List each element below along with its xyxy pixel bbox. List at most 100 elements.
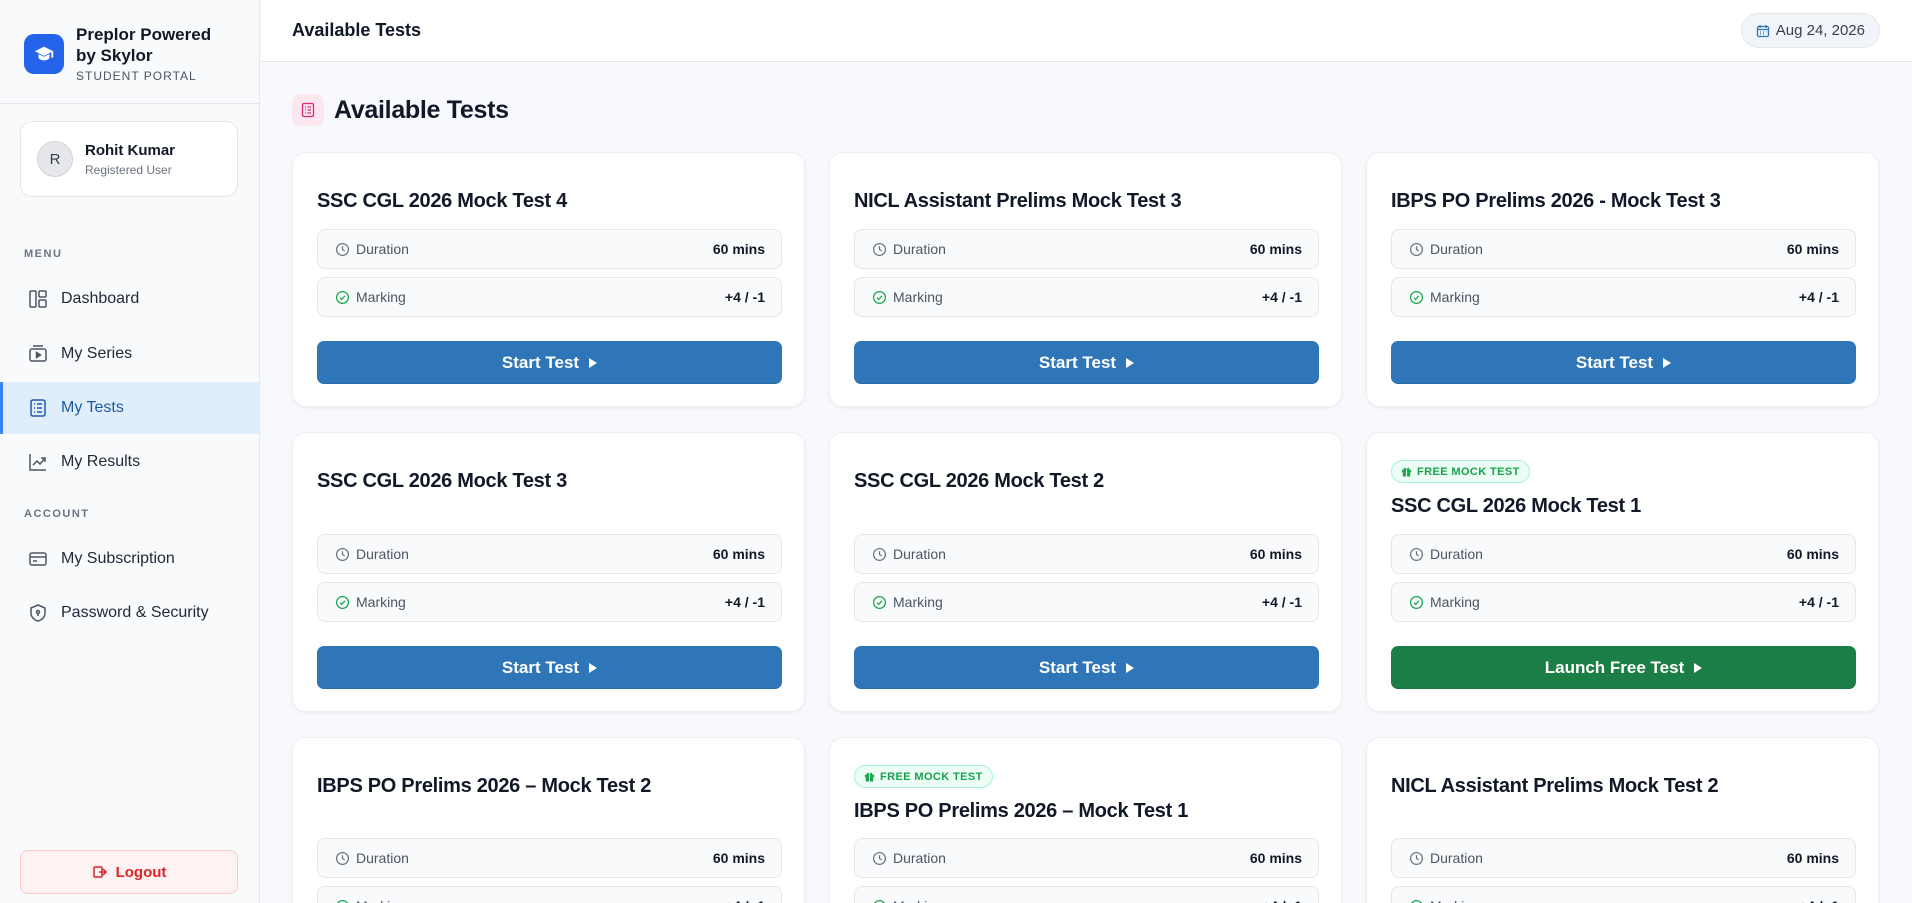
clock-icon	[334, 850, 350, 866]
marking-row: Marking +4 / -1	[854, 886, 1319, 903]
check-circle-icon	[871, 594, 887, 610]
header-title: Available Tests	[292, 20, 422, 40]
marking-label: Marking	[1430, 594, 1480, 610]
test-title: IBPS PO Prelims 2026 – Mock Test 1	[854, 800, 1189, 822]
date-chip: Aug 24, 2026	[1740, 13, 1880, 48]
card-icon	[27, 548, 49, 570]
duration-label: Duration	[1430, 241, 1483, 257]
start-test-button[interactable]: Start Test	[854, 341, 1319, 384]
duration-row: Duration 60 mins	[317, 534, 782, 574]
duration-value: 60 mins	[1249, 241, 1302, 257]
marking-row: Marking +4 / -1	[1391, 582, 1856, 622]
sidebar-item-my-tests[interactable]: My Tests	[0, 382, 259, 434]
duration-row: Duration 60 mins	[854, 838, 1319, 878]
test-card: NICL Assistant Prelims Mock Test 3 Durat…	[829, 152, 1342, 407]
current-date: Aug 24, 2026	[1775, 22, 1865, 39]
marking-row: Marking +4 / -1	[317, 582, 782, 622]
marking-label: Marking	[893, 594, 943, 610]
duration-value: 60 mins	[712, 546, 765, 562]
marking-value: +4 / -1	[724, 289, 765, 305]
user-name: Rohit Kumar	[85, 141, 175, 159]
start-test-button[interactable]: Start Test	[1391, 341, 1856, 384]
marking-label: Marking	[356, 898, 725, 903]
check-circle-icon	[1408, 594, 1424, 610]
launch-free-test-button[interactable]: Launch Free Test	[1391, 646, 1856, 689]
avatar: R	[37, 141, 73, 177]
test-title: SSC CGL 2026 Mock Test 1	[1391, 495, 1641, 517]
check-circle-icon	[871, 898, 887, 903]
gift-icon	[864, 771, 875, 782]
button-label: Start Test	[1038, 657, 1117, 677]
page-heading: Available Tests	[292, 94, 509, 126]
duration-value: 60 mins	[712, 850, 765, 866]
logout-label: Logout	[115, 863, 167, 881]
test-title: IBPS PO Prelims 2026 – Mock Test 2	[317, 775, 652, 797]
marking-row: Marking +4 / -1	[317, 277, 782, 317]
duration-label: Duration	[1430, 546, 1483, 562]
play-icon	[1663, 357, 1672, 368]
clock-icon	[1408, 241, 1424, 257]
start-test-button[interactable]: Start Test	[854, 646, 1319, 689]
marking-label: Marking	[356, 594, 406, 610]
button-label: Start Test	[1575, 352, 1654, 372]
duration-label: Duration	[356, 850, 409, 866]
test-title: SSC CGL 2026 Mock Test 4	[317, 190, 567, 212]
tests-icon	[27, 397, 49, 419]
sidebar-item-dashboard[interactable]: Dashboard	[0, 273, 259, 325]
free-badge-label: FREE MOCK TEST	[880, 770, 983, 783]
test-title: NICL Assistant Prelims Mock Test 3	[854, 190, 1182, 212]
free-mock-badge: FREE MOCK TEST	[1391, 460, 1530, 483]
user-card: R Rohit Kumar Registered User	[20, 121, 238, 197]
marking-label: Marking	[893, 289, 943, 305]
duration-row: Duration 60 mins	[1391, 229, 1856, 269]
marking-value: +4 / -1	[1798, 594, 1839, 610]
duration-row: Duration 60 mins	[317, 838, 782, 878]
check-circle-icon	[334, 594, 350, 610]
marking-row: Marking +4 / -1	[1391, 277, 1856, 317]
logout-icon	[92, 864, 108, 880]
marking-row: Marking +4 / -1	[1391, 886, 1856, 903]
graduation-cap-icon	[24, 34, 64, 74]
marking-label: Marking	[1430, 898, 1799, 903]
duration-label: Duration	[893, 241, 946, 257]
sidebar-item-label: Password & Security	[61, 604, 209, 621]
test-title: NICL Assistant Prelims Mock Test 2	[1391, 775, 1719, 797]
sidebar-item-my-results[interactable]: My Results	[0, 436, 259, 488]
check-circle-icon	[334, 898, 350, 903]
sidebar-item-my-series[interactable]: My Series	[0, 328, 259, 380]
duration-row: Duration 60 mins	[854, 229, 1319, 269]
test-card: SSC CGL 2026 Mock Test 4 Duration 60 min…	[292, 152, 805, 407]
test-title: IBPS PO Prelims 2026 - Mock Test 3	[1391, 190, 1721, 212]
sidebar-item-password-security[interactable]: Password & Security	[0, 587, 259, 639]
duration-label: Duration	[1430, 850, 1483, 866]
duration-row: Duration 60 mins	[1391, 534, 1856, 574]
free-mock-badge: FREE MOCK TEST	[854, 765, 993, 788]
duration-row: Duration 60 mins	[854, 534, 1319, 574]
sidebar-item-my-subscription[interactable]: My Subscription	[0, 533, 259, 585]
duration-value: 60 mins	[1249, 546, 1302, 562]
top-header: Available Tests Aug 24, 2026	[261, 0, 1912, 62]
shield-icon	[27, 602, 49, 624]
clock-icon	[334, 546, 350, 562]
marking-value: +4 / -1	[1798, 289, 1839, 305]
document-list-icon	[292, 94, 324, 126]
sidebar-item-label: Dashboard	[61, 290, 140, 307]
play-icon	[589, 357, 598, 368]
clock-icon	[334, 241, 350, 257]
clock-icon	[871, 850, 887, 866]
play-icon	[589, 662, 598, 673]
test-card: NICL Assistant Prelims Mock Test 2 Durat…	[1366, 737, 1879, 903]
menu-section-label: MENU	[24, 248, 63, 260]
marking-value: +4 / -1	[725, 898, 765, 903]
logout-button[interactable]: Logout	[20, 850, 238, 894]
marking-label: Marking	[893, 898, 1262, 903]
calendar-icon	[1756, 24, 1770, 38]
test-card: FREE MOCK TEST IBPS PO Prelims 2026 – Moc…	[829, 737, 1342, 903]
button-label: Start Test	[501, 657, 580, 677]
start-test-button[interactable]: Start Test	[317, 341, 782, 384]
sidebar-item-label: My Results	[61, 453, 141, 470]
start-test-button[interactable]: Start Test	[317, 646, 782, 689]
marking-value: +4 / -1	[1262, 898, 1302, 903]
button-label: Launch Free Test	[1544, 657, 1685, 677]
gift-icon	[1401, 466, 1412, 477]
